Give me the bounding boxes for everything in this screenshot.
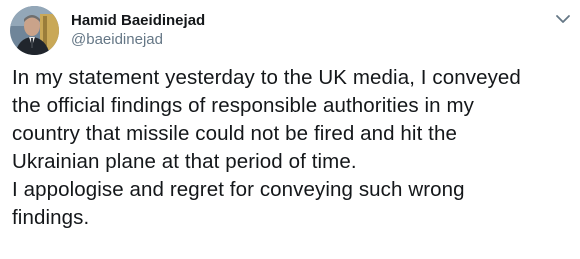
tweet: Hamid Baeidinejad @baeidinejad In my sta… <box>0 0 580 259</box>
author-avatar[interactable] <box>10 6 59 55</box>
author-name[interactable]: Hamid Baeidinejad <box>71 12 205 30</box>
tweet-text-line: I appologise and regret for conveying su… <box>12 178 465 201</box>
tweet-text-line: the official findings of responsible aut… <box>12 94 474 117</box>
tweet-text-line: findings. <box>12 206 90 229</box>
tweet-text: In my statement yesterday to the UK medi… <box>12 64 572 232</box>
tweet-text-line: Ukrainian plane at that period of time. <box>12 150 357 173</box>
chevron-down-icon[interactable] <box>555 13 571 25</box>
author-handle[interactable]: @baeidinejad <box>71 31 163 49</box>
tweet-text-line: country that missile could not be fired … <box>12 122 457 145</box>
avatar-photo <box>10 6 59 55</box>
tweet-text-line: In my statement yesterday to the UK medi… <box>12 66 521 89</box>
